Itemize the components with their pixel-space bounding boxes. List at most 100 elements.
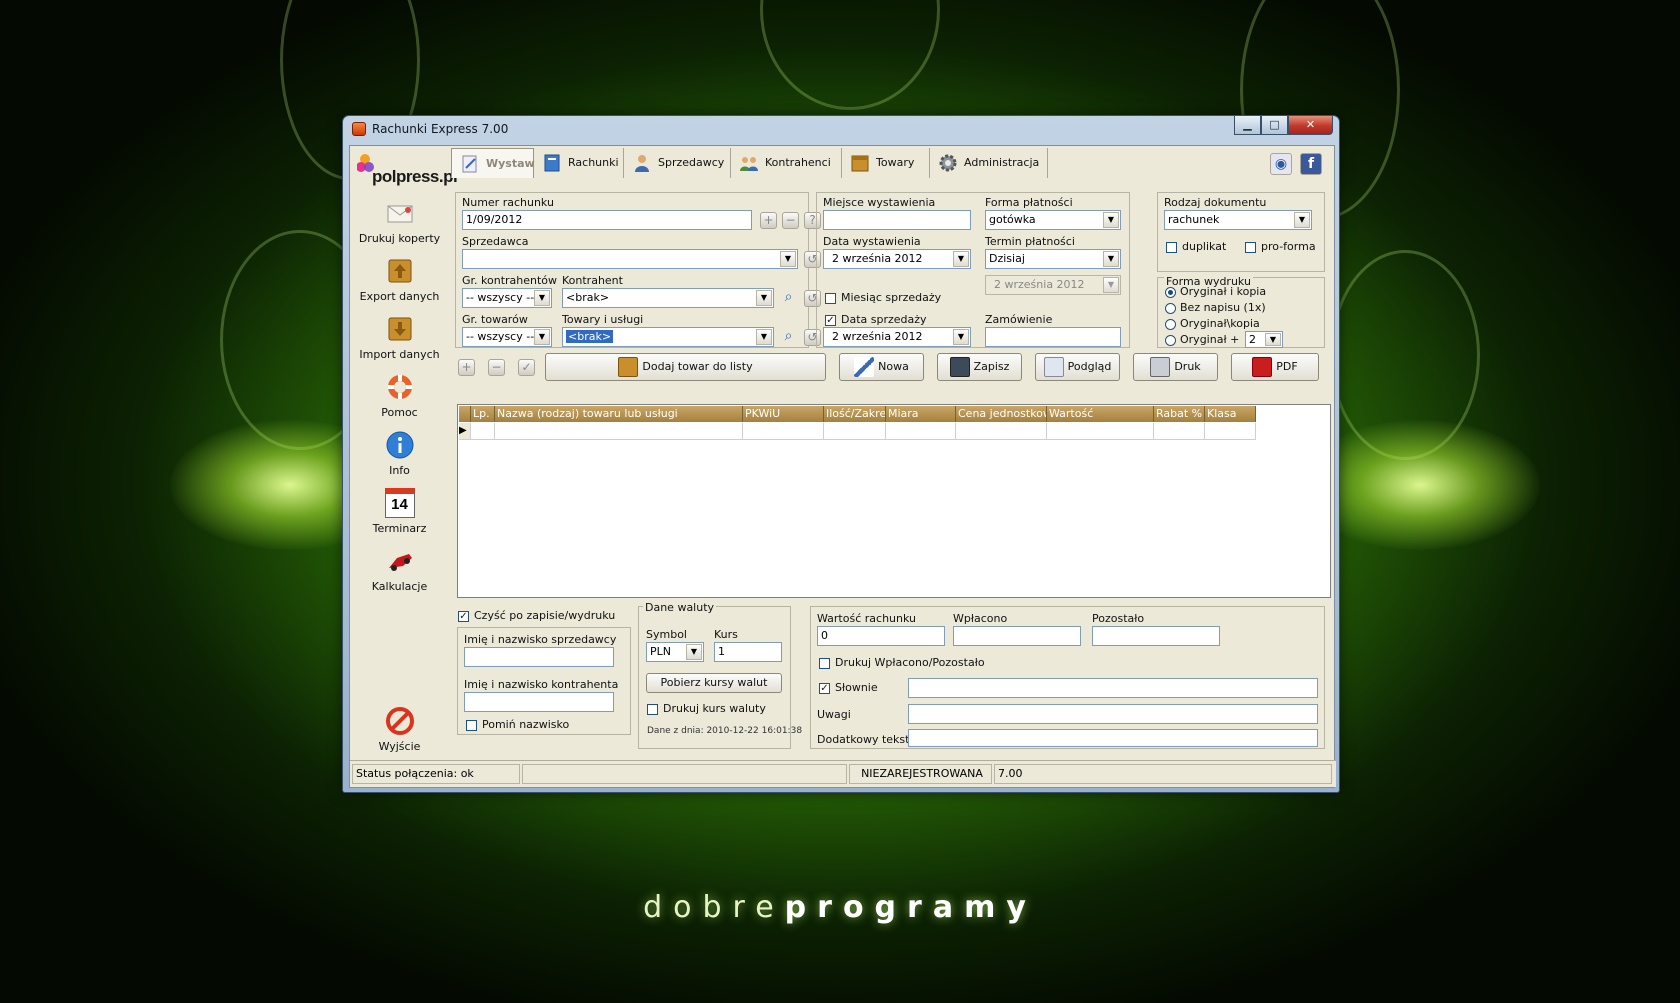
print-button[interactable]: Druk (1133, 353, 1218, 381)
rodzaj-dokumentu-select[interactable]: rachunek ▼ (1164, 210, 1312, 230)
table-cell[interactable] (1154, 423, 1205, 440)
symbol-select[interactable]: PLN ▼ (646, 642, 704, 662)
chevron-down-icon[interactable]: ▼ (756, 290, 772, 306)
radio-oryginal-i-kopia[interactable] (1165, 287, 1176, 298)
termin-platnosci-select[interactable]: Dzisiaj ▼ (985, 249, 1121, 269)
table-cell[interactable] (743, 423, 824, 440)
tab-sprzedawcy[interactable]: Sprzedawcy (624, 148, 731, 178)
add-item-button[interactable]: Dodaj towar do listy (545, 353, 826, 381)
column-header[interactable]: Cena jednostkowa (956, 406, 1047, 422)
table-cell[interactable] (824, 423, 886, 440)
slownie-input[interactable] (908, 678, 1318, 698)
imie-kontrahenta-input[interactable] (464, 692, 614, 712)
sidebar-item-wyjscie[interactable]: Wyjście (350, 706, 449, 758)
sidebar-item-drukuj-koperty[interactable]: Drukuj koperty (350, 198, 449, 250)
kurs-input[interactable]: 1 (714, 642, 782, 662)
radio-bez-napisu[interactable] (1165, 303, 1176, 314)
sidebar-item-info[interactable]: Info (350, 430, 449, 482)
radio-oryginal-plus[interactable] (1165, 335, 1176, 346)
pdf-button[interactable]: PDF (1231, 353, 1319, 381)
numer-rachunku-input[interactable]: 1/09/2012 (462, 210, 752, 230)
row-marker[interactable]: ▶ (459, 423, 471, 440)
sidebar-item-kalkulacje[interactable]: Kalkulacje (350, 546, 449, 598)
minus-icon[interactable]: − (782, 212, 799, 229)
table-cell[interactable] (495, 423, 743, 440)
facebook-icon[interactable]: f (1300, 153, 1322, 175)
table-cell[interactable] (956, 423, 1047, 440)
kontrahent-select[interactable]: <brak> ▼ (562, 288, 774, 308)
towary-select[interactable]: <brak> ▼ (562, 327, 774, 347)
gr-towarow-select[interactable]: -- wszyscy -- ▼ (462, 327, 552, 347)
column-header[interactable]: Lp. (471, 406, 495, 422)
search-icon[interactable]: ⌕ (780, 290, 797, 307)
wartosc-rachunku-input[interactable]: 0 (817, 626, 945, 646)
sidebar-item-import-danych[interactable]: Import danych (350, 314, 449, 366)
table-cell[interactable] (1205, 423, 1256, 440)
minimize-button[interactable]: ▁ (1234, 116, 1261, 135)
gr-kontrahentow-select[interactable]: -- wszyscy -- ▼ (462, 288, 552, 308)
pozostalo-input[interactable] (1092, 626, 1220, 646)
pro-forma-checkbox[interactable] (1245, 242, 1256, 253)
chevron-down-icon[interactable]: ▼ (780, 251, 796, 267)
table-cell[interactable] (886, 423, 956, 440)
miesiac-sprzedazy-checkbox[interactable] (825, 293, 836, 304)
table-cell[interactable] (471, 423, 495, 440)
title-bar[interactable]: Rachunki Express 7.00 ▁ □ ✕ (343, 116, 1339, 142)
sidebar-item-export-danych[interactable]: Export danych (350, 256, 449, 308)
chevron-down-icon[interactable]: ▼ (686, 644, 702, 660)
pobierz-kursy-button[interactable]: Pobierz kursy walut (646, 673, 782, 693)
chevron-down-icon[interactable]: ▼ (1103, 212, 1119, 228)
imie-sprzedawcy-input[interactable] (464, 647, 614, 667)
wplacono-input[interactable] (953, 626, 1081, 646)
drukuj-kurs-checkbox[interactable] (647, 704, 658, 715)
save-button[interactable]: Zapisz (937, 353, 1022, 381)
slownie-checkbox[interactable]: ✓ (819, 683, 830, 694)
close-button[interactable]: ✕ (1288, 116, 1333, 135)
column-header[interactable]: Klasa (1205, 406, 1256, 422)
globe-icon[interactable]: ◉ (1270, 153, 1292, 175)
column-header[interactable]: Miara (886, 406, 956, 422)
add-row-icon[interactable]: + (458, 359, 475, 376)
sidebar-item-pomoc[interactable]: Pomoc (350, 372, 449, 424)
chevron-down-icon[interactable]: ▼ (534, 290, 550, 306)
column-header[interactable]: Nazwa (rodzaj) towaru lub usługi (495, 406, 743, 422)
maximize-button[interactable]: □ (1261, 116, 1288, 135)
tab-kontrahenci[interactable]: Kontrahenci (731, 148, 842, 178)
zamowienie-input[interactable] (985, 327, 1121, 347)
duplikat-checkbox[interactable] (1166, 242, 1177, 253)
data-sprzedazy-checkbox[interactable]: ✓ (825, 315, 836, 326)
radio-oryginal-kopia[interactable] (1165, 319, 1176, 330)
copies-count-select[interactable]: 2 ▼ (1245, 331, 1283, 348)
forma-platnosci-select[interactable]: gotówka ▼ (985, 210, 1121, 230)
preview-button[interactable]: Podgląd (1035, 353, 1120, 381)
data-wystawienia-picker[interactable]: 2 września 2012 ▼ (823, 249, 971, 269)
uwagi-input[interactable] (908, 704, 1318, 724)
chevron-down-icon[interactable]: ▼ (1103, 251, 1119, 267)
tab-towary[interactable]: Towary (842, 148, 930, 178)
czysc-po-zapisie-checkbox[interactable]: ✓ (458, 611, 469, 622)
drukuj-wplacono-checkbox[interactable] (819, 658, 830, 669)
chevron-down-icon[interactable]: ▼ (953, 329, 969, 345)
plus-icon[interactable]: + (760, 212, 777, 229)
column-header[interactable]: Wartość (1047, 406, 1154, 422)
column-header[interactable]: PKWiU (743, 406, 824, 422)
miejsce-wystawienia-input[interactable] (823, 210, 971, 230)
chevron-down-icon[interactable]: ▼ (534, 329, 550, 345)
table-cell[interactable] (1047, 423, 1154, 440)
dodatkowy-tekst-input[interactable] (908, 729, 1318, 747)
sprzedawca-select[interactable]: ▼ (462, 249, 798, 269)
tab-wystaw[interactable]: Wystaw (451, 148, 535, 178)
chevron-down-icon[interactable]: ▼ (1294, 212, 1310, 228)
search-icon[interactable]: ⌕ (780, 329, 797, 346)
confirm-row-icon[interactable]: ✓ (518, 359, 535, 376)
pomin-nazwisko-checkbox[interactable] (466, 720, 477, 731)
chevron-down-icon[interactable]: ▼ (953, 251, 969, 267)
sidebar-item-terminarz[interactable]: 14 Terminarz (350, 488, 449, 540)
chevron-down-icon[interactable]: ▼ (756, 329, 772, 345)
tab-rachunki[interactable]: Rachunki (534, 148, 624, 178)
items-table[interactable]: Lp. Nazwa (rodzaj) towaru lub usługi PKW… (457, 404, 1331, 598)
remove-row-icon[interactable]: − (488, 359, 505, 376)
new-button[interactable]: Nowa (839, 353, 924, 381)
data-sprzedazy-picker[interactable]: 2 września 2012 ▼ (823, 327, 971, 347)
chevron-down-icon[interactable]: ▼ (1265, 333, 1281, 346)
